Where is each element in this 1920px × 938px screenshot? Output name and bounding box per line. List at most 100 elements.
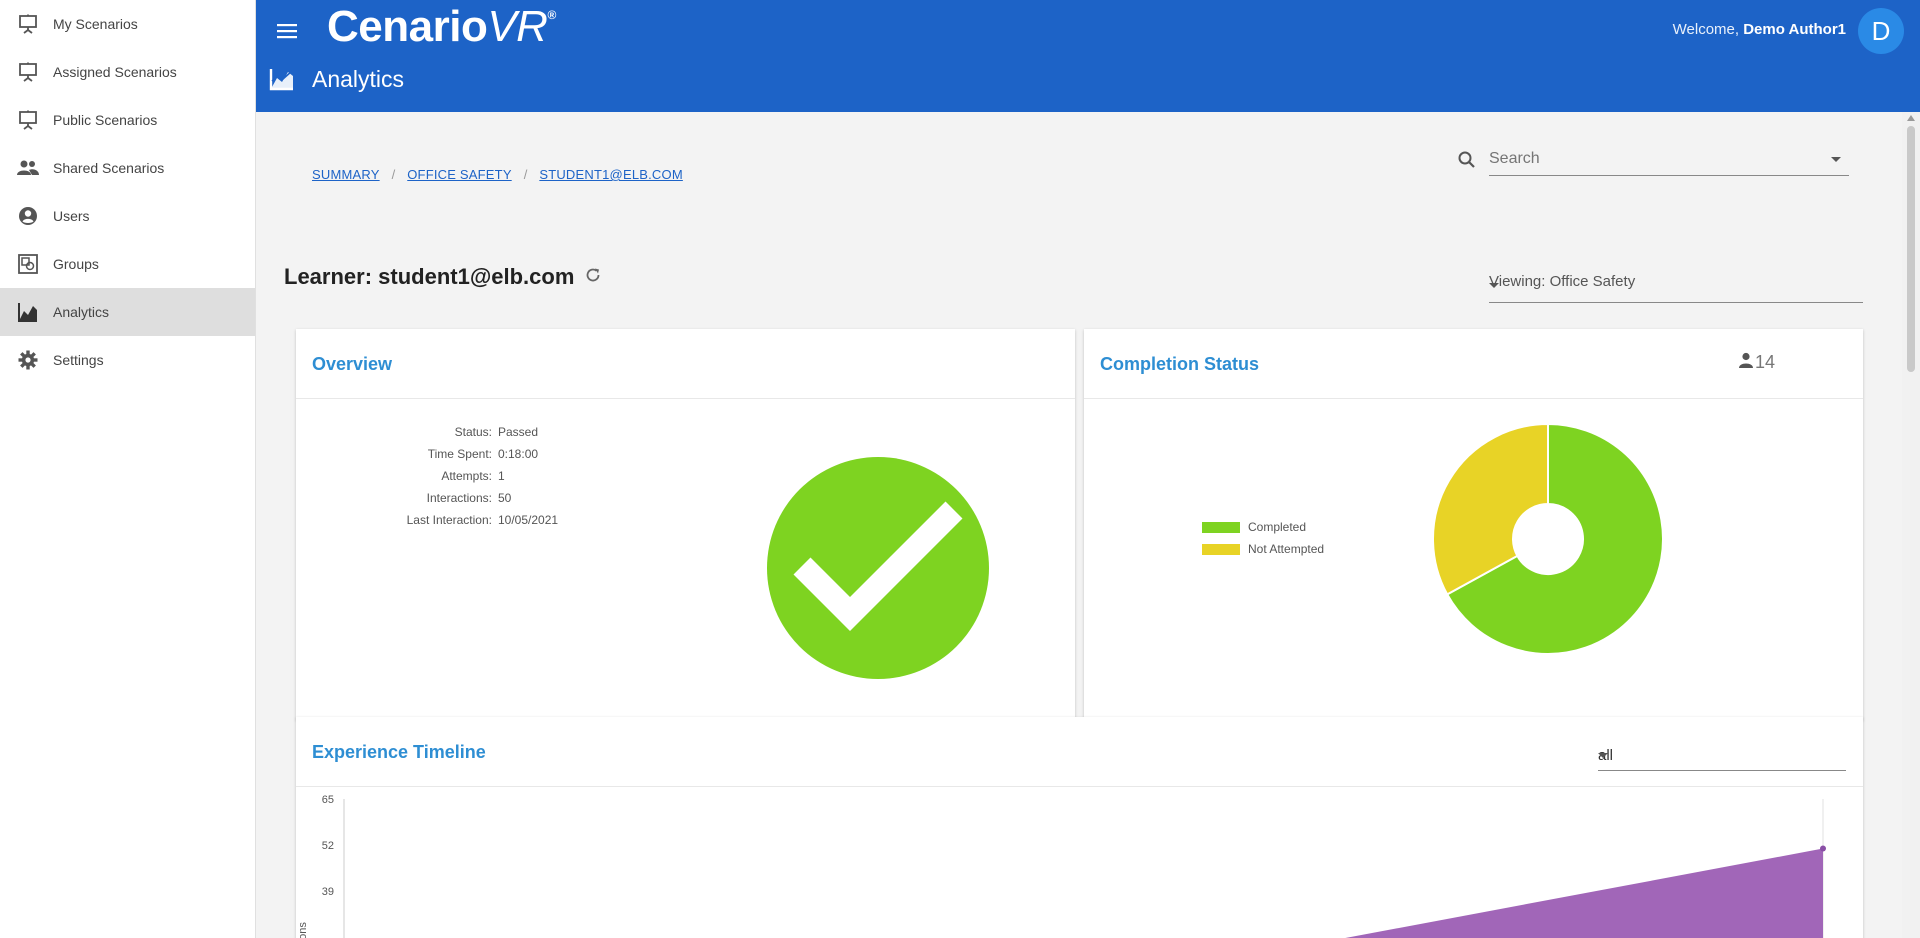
sidebar-item-label: Public Scenarios xyxy=(53,112,158,128)
groups-icon xyxy=(17,253,39,275)
presentation-icon xyxy=(17,109,39,131)
overview-key: Status: xyxy=(454,425,492,439)
legend-label: Completed xyxy=(1248,520,1307,534)
presentation-icon xyxy=(17,13,39,35)
y-tick-label: 39 xyxy=(322,886,334,898)
main-content: SUMMARY / OFFICE SAFETY / STUDENT1@ELB.C… xyxy=(256,112,1902,938)
overview-key: Last Interaction: xyxy=(406,513,492,527)
sidebar-item-label: Shared Scenarios xyxy=(53,160,165,176)
overview-value: 50 xyxy=(498,491,512,505)
account-circle-icon xyxy=(17,205,39,227)
learner-title: Learner: student1@elb.com xyxy=(284,264,575,289)
overview-key: Attempts: xyxy=(441,469,492,483)
legend-swatch xyxy=(1202,543,1240,555)
overview-title: Overview xyxy=(312,354,393,374)
breadcrumb-office-safety[interactable]: OFFICE SAFETY xyxy=(407,167,511,182)
welcome-text: Welcome, Demo Author1 xyxy=(1673,21,1846,38)
overview-row: Attempts: 1 xyxy=(348,465,558,487)
overview-row: Last Interaction: 10/05/2021 xyxy=(348,509,558,531)
overview-key: Time Spent: xyxy=(427,447,492,461)
sidebar-item-label: Settings xyxy=(53,352,104,368)
legend-swatch xyxy=(1202,521,1240,533)
breadcrumb-student[interactable]: STUDENT1@ELB.COM xyxy=(539,167,683,182)
sidebar-item-assigned-scenarios[interactable]: Assigned Scenarios xyxy=(0,48,255,96)
person-icon xyxy=(1737,351,1755,374)
breadcrumb: SUMMARY / OFFICE SAFETY / STUDENT1@ELB.C… xyxy=(312,167,683,182)
timeline-chart: 65 52 39 actions xyxy=(297,794,1826,938)
breadcrumb-summary[interactable]: SUMMARY xyxy=(312,167,380,182)
sidebar-item-settings[interactable]: Settings xyxy=(0,336,255,384)
brand-logo[interactable]: CenarioVR® xyxy=(327,2,556,52)
search-box xyxy=(1457,142,1849,178)
analytics-chart-icon xyxy=(269,67,299,93)
completion-title: Completion Status xyxy=(1100,354,1260,374)
gear-icon xyxy=(17,349,39,371)
overview-row: Status: Passed xyxy=(348,421,558,443)
completion-card-header: Completion Status 14 xyxy=(1084,329,1863,399)
timeline-title: Experience Timeline xyxy=(312,742,486,762)
checkmark-circle-icon xyxy=(766,456,990,685)
sidebar-item-my-scenarios[interactable]: My Scenarios xyxy=(0,0,255,48)
legend-item[interactable]: Not Attempted xyxy=(1202,538,1324,560)
learner-heading: Learner: student1@elb.com xyxy=(284,264,602,290)
timeline-filter-select[interactable]: all xyxy=(1598,735,1846,771)
chevron-down-icon xyxy=(1489,283,1499,288)
sidebar-item-users[interactable]: Users xyxy=(0,192,255,240)
sidebar: My Scenarios Assigned Scenarios Public Sce… xyxy=(0,0,256,938)
overview-row: Time Spent: 0:18:00 xyxy=(348,443,558,465)
legend-label: Not Attempted xyxy=(1248,542,1325,556)
presentation-icon xyxy=(17,61,39,83)
completion-donut-chart xyxy=(1432,422,1664,655)
scroll-thumb[interactable] xyxy=(1907,126,1915,372)
user-count: 14 xyxy=(1737,351,1775,374)
overview-key: Interactions: xyxy=(426,491,492,505)
sidebar-item-analytics[interactable]: Analytics xyxy=(0,288,255,336)
sidebar-item-shared-scenarios[interactable]: Shared Scenarios xyxy=(0,144,255,192)
sidebar-item-label: My Scenarios xyxy=(53,16,138,32)
overview-row: Interactions: 50 xyxy=(348,487,558,509)
sidebar-item-groups[interactable]: Groups xyxy=(0,240,255,288)
y-axis-label: actions xyxy=(297,922,309,938)
scroll-up-arrow-icon[interactable] xyxy=(1907,115,1915,121)
sidebar-item-label: Assigned Scenarios xyxy=(53,64,177,80)
people-icon xyxy=(17,157,39,179)
completion-card: Completion Status 14 Completed Not Attemp… xyxy=(1084,329,1863,720)
search-dropdown-icon[interactable] xyxy=(1831,157,1841,162)
app-header: CenarioVR® Analytics Welcome, Demo Autho… xyxy=(256,0,1920,112)
page-scrollbar[interactable] xyxy=(1902,112,1920,938)
brand-name: Cenario xyxy=(327,2,488,51)
sidebar-item-label: Analytics xyxy=(53,304,110,320)
sidebar-item-public-scenarios[interactable]: Public Scenarios xyxy=(0,96,255,144)
overview-value: 1 xyxy=(498,469,505,483)
timeline-card-header: Experience Timeline all xyxy=(296,717,1863,787)
sidebar-item-label: Users xyxy=(53,208,90,224)
avatar[interactable]: D xyxy=(1858,8,1904,54)
brand-vr: VR xyxy=(487,2,548,51)
brand-registered-mark: ® xyxy=(547,8,556,22)
timeline-area xyxy=(1345,848,1823,938)
overview-details: Status: Passed Time Spent: 0:18:00 Attempts:… xyxy=(348,421,558,531)
analytics-chart-icon xyxy=(17,301,39,323)
sidebar-item-label: Groups xyxy=(53,256,99,272)
overview-card: Overview Status: Passed Time Spent: 0:18:00… xyxy=(296,329,1075,720)
overview-value: 10/05/2021 xyxy=(498,513,559,527)
legend-item[interactable]: Completed xyxy=(1202,516,1324,538)
breadcrumb-separator: / xyxy=(391,167,396,182)
overview-card-header: Overview xyxy=(296,329,1075,399)
search-input[interactable] xyxy=(1489,142,1849,176)
page-title: Analytics xyxy=(312,66,405,92)
breadcrumb-separator: / xyxy=(523,167,528,182)
search-icon xyxy=(1457,150,1477,175)
refresh-icon[interactable] xyxy=(584,264,602,290)
overview-value: Passed xyxy=(498,425,539,439)
welcome-prefix: Welcome, xyxy=(1672,21,1744,38)
timeline-point[interactable] xyxy=(1820,845,1826,852)
viewing-select[interactable]: Viewing: Office Safety xyxy=(1489,261,1863,303)
chevron-down-icon xyxy=(1598,753,1608,758)
y-tick-label: 52 xyxy=(322,840,334,852)
user-name: Demo Author1 xyxy=(1743,21,1846,38)
completion-legend: Completed Not Attempted xyxy=(1202,516,1324,560)
viewing-select-value: Viewing: Office Safety xyxy=(1489,273,1636,290)
hamburger-menu-icon[interactable] xyxy=(272,18,302,44)
y-tick-label: 65 xyxy=(322,794,334,806)
